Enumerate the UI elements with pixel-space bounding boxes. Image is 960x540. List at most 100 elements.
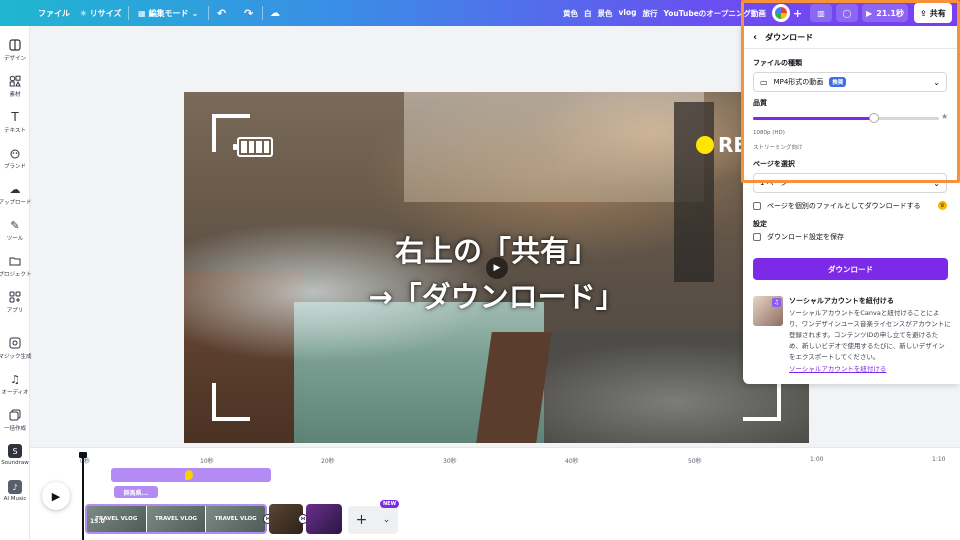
divider <box>128 6 129 20</box>
video-play-button[interactable]: ▶ <box>486 257 508 279</box>
plus-icon[interactable]: + <box>793 7 802 20</box>
sidebar-item-label: アップロード <box>0 200 32 206</box>
folder-icon <box>8 254 22 268</box>
sidebar-item-label: Soundraw <box>1 460 29 466</box>
sidebar-item-label: AI Music <box>3 496 27 502</box>
upload-icon: ⇪ <box>920 8 927 18</box>
play-icon: ▶ <box>866 8 873 18</box>
text-track-label: 群馬県... <box>123 489 149 497</box>
sidebar-item-label: テキスト <box>4 128 26 134</box>
video-clip[interactable] <box>306 504 342 534</box>
share-button[interactable]: ⇪ 共有 <box>914 3 952 23</box>
share-label: 共有 <box>929 8 946 18</box>
music-icon: ♫ <box>772 298 781 307</box>
rec-dot-icon <box>696 136 714 154</box>
timeline-play-button[interactable]: ▶ <box>42 482 70 510</box>
sidebar-item-magic[interactable]: マジック生成 <box>0 336 32 360</box>
quality-slider[interactable] <box>753 113 939 123</box>
social-link[interactable]: ソーシャルアカウントを紐付ける <box>789 363 886 373</box>
frame-corner-bottom-left <box>212 383 250 421</box>
battery-icon <box>233 137 273 157</box>
add-clip-button[interactable]: + ⌄ <box>348 506 398 534</box>
tag-item[interactable]: 白 <box>584 8 592 19</box>
cloud-save-icon[interactable]: ☁ <box>270 8 280 19</box>
video-icon: ▭ <box>760 77 768 87</box>
chevron-down-icon: ⌄ <box>191 8 199 18</box>
playhead[interactable] <box>79 452 87 540</box>
timeline-tick: 20秒 <box>321 458 335 465</box>
sidebar-item-brand[interactable]: ブランド <box>0 146 30 170</box>
music-icon: ♫ <box>10 372 20 386</box>
social-title: ソーシャルアカウントを紐付ける <box>789 297 894 305</box>
apps-icon <box>8 290 22 304</box>
clip-duration: 15.0 <box>90 518 105 525</box>
top-bar: ファイル ✳ リサイズ ▦ 編集モード ⌄ ↶ ↷ ☁ 黄色 白 景色 vlog… <box>0 0 960 26</box>
sidebar-item-design[interactable]: デザイン <box>0 38 30 62</box>
star-icon: ★ <box>941 112 949 121</box>
sidebar-item-projects[interactable]: プロジェクト <box>0 254 32 278</box>
play-icon: ▶ <box>493 263 501 273</box>
redo-icon[interactable]: ↷ <box>244 7 253 20</box>
quality-slider-knob[interactable] <box>868 113 879 123</box>
resize-label: リサイズ <box>89 8 122 18</box>
sidebar-item-ai-music[interactable]: ♪ AI Music <box>0 480 30 502</box>
tag-item[interactable]: 景色 <box>598 8 613 19</box>
analytics-button[interactable]: ▥ <box>810 4 832 22</box>
video-clip[interactable]: TRAVEL VLOG <box>146 506 207 532</box>
chevron-down-icon: ⌄ <box>933 178 940 188</box>
sidebar-item-soundraw[interactable]: S Soundraw <box>0 444 30 466</box>
sidebar-item-label: プロジェクト <box>0 272 32 278</box>
quality-slider-fill <box>753 117 874 120</box>
marker-icon <box>185 470 193 480</box>
present-button[interactable]: ▶ 21.1秒 <box>862 4 908 22</box>
download-button[interactable]: ダウンロード <box>753 258 948 280</box>
layout-icon <box>8 38 22 52</box>
resize-button[interactable]: ✳ リサイズ <box>80 8 121 19</box>
save-settings-label: ダウンロード設定を保存 <box>767 233 844 241</box>
sidebar-item-audio[interactable]: ♫ オーディオ <box>0 372 30 397</box>
sidebar-item-upload[interactable]: ☁ アップロード <box>0 182 32 207</box>
tag-item[interactable]: 黄色 <box>563 8 578 19</box>
tag-item[interactable]: YouTubeのオープニング動画 <box>663 8 765 19</box>
left-sidebar: デザイン 素材 T テキスト ブランド ☁ アップロード ✎ ツール プロジェク… <box>0 26 32 540</box>
sidebar-item-apps[interactable]: アプリ <box>0 290 30 314</box>
audio-track[interactable] <box>111 468 271 482</box>
sidebar-item-elements[interactable]: 素材 <box>0 74 30 98</box>
pages-label: ページを選択 <box>753 160 795 168</box>
file-type-select[interactable]: ▭ MP4形式の動画 推奨 ⌄ <box>753 72 947 92</box>
download-button-label: ダウンロード <box>828 264 873 274</box>
soundraw-icon: S <box>8 444 22 458</box>
edit-mode-label: 編集モード <box>148 8 189 18</box>
comment-button[interactable]: ◯ <box>836 4 858 22</box>
sidebar-item-bulk[interactable]: 一括作成 <box>0 408 30 432</box>
download-panel: ‹ ダウンロード ファイルの種類 ▭ MP4形式の動画 推奨 ⌄ 品質 ★ 10… <box>743 26 960 384</box>
separate-files-row[interactable]: ページを個別のファイルとしてダウンロードする <box>753 201 921 211</box>
back-chevron-icon[interactable]: ‹ <box>753 32 757 43</box>
file-menu[interactable]: ファイル <box>38 8 70 19</box>
settings-label: 設定 <box>753 220 767 228</box>
save-settings-checkbox[interactable] <box>753 233 761 241</box>
pages-select[interactable]: 1 ページ ⌄ <box>753 173 947 193</box>
sidebar-item-text[interactable]: T テキスト <box>0 110 30 134</box>
timeline-tick: 10秒 <box>200 458 214 465</box>
sidebar-item-tools[interactable]: ✎ ツール <box>0 218 30 243</box>
recommended-badge: 推奨 <box>829 77 847 87</box>
avatar[interactable] <box>772 4 790 22</box>
undo-icon[interactable]: ↶ <box>217 7 226 20</box>
divider <box>208 6 209 20</box>
tag-item[interactable]: 旅行 <box>642 8 657 19</box>
edit-mode-dropdown[interactable]: ▦ 編集モード ⌄ <box>138 8 198 19</box>
video-clip[interactable]: TRAVEL VLOG <box>206 506 265 532</box>
upload-icon: ☁ <box>9 182 21 196</box>
background-building <box>404 92 704 202</box>
sparkle-icon: ✳ <box>80 8 87 18</box>
save-settings-row[interactable]: ダウンロード設定を保存 <box>753 232 844 242</box>
overlay-text-line2: →「ダウンロード」 <box>368 280 625 314</box>
text-track[interactable]: 群馬県... <box>114 486 158 498</box>
tag-item[interactable]: vlog <box>619 8 637 19</box>
design-canvas[interactable]: REC 右上の「共有」 →「ダウンロード」 ▶ <box>184 92 809 443</box>
video-clip-group[interactable]: TRAVEL VLOG TRAVEL VLOG TRAVEL VLOG <box>85 504 267 534</box>
separate-files-checkbox[interactable] <box>753 202 761 210</box>
divider <box>262 6 263 20</box>
social-text: ソーシャルアカウントをCanvaと紐付けることにより、ワンデザインユース音楽ライ… <box>789 309 951 361</box>
